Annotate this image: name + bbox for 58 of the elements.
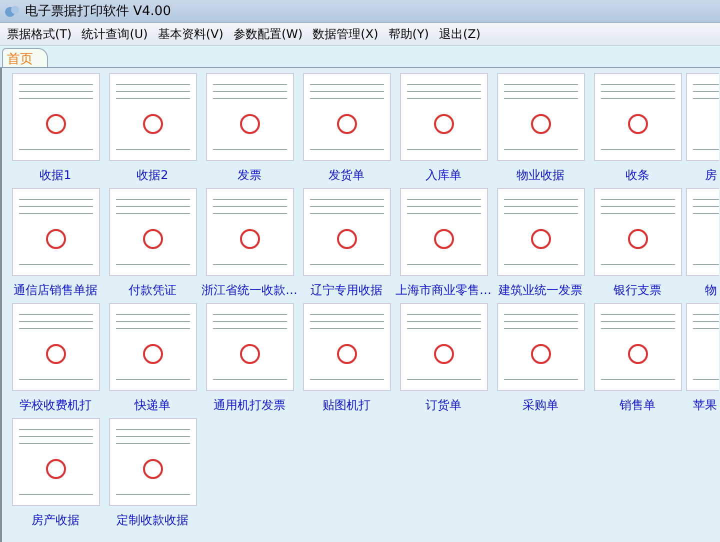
receipt-thumbnail[interactable]: [108, 73, 196, 161]
receipt-thumbnail[interactable]: [594, 303, 682, 391]
receipt-thumbnail[interactable]: [12, 418, 100, 506]
receipt-thumbnail[interactable]: [496, 73, 584, 161]
receipt-thumbnail[interactable]: [400, 73, 488, 161]
menu-item[interactable]: 统计查询(U): [76, 24, 153, 44]
template-label[interactable]: 苹果: [693, 397, 717, 414]
receipt-thumbnail[interactable]: [206, 303, 294, 391]
receipt-thumbnail[interactable]: [400, 188, 488, 276]
receipt-thumbnail[interactable]: [594, 188, 682, 276]
template-label[interactable]: 浙江省统一收款…: [202, 282, 298, 299]
template-label[interactable]: 收条: [626, 167, 650, 184]
template-label[interactable]: 物业收据: [516, 167, 564, 184]
template-label[interactable]: 收据2: [136, 167, 168, 184]
template-label[interactable]: 销售单: [620, 397, 656, 414]
receipt-thumbnail[interactable]: [594, 73, 682, 161]
template-label[interactable]: 入库单: [426, 167, 462, 184]
template-label[interactable]: 贴图机打: [322, 397, 370, 414]
template-label[interactable]: 采购单: [522, 397, 558, 414]
menu-item[interactable]: 基本资料(V): [152, 24, 228, 44]
receipt-thumbnail[interactable]: [496, 188, 584, 276]
receipt-thumbnail[interactable]: [12, 73, 100, 161]
receipt-thumbnail[interactable]: [496, 303, 584, 391]
receipt-thumbnail[interactable]: [108, 418, 196, 506]
template-label[interactable]: 订货单: [426, 397, 462, 414]
receipt-thumbnail[interactable]: [12, 188, 100, 276]
template-label[interactable]: 学校收费机打: [20, 397, 92, 414]
template-label[interactable]: 定制收款收据: [116, 512, 188, 529]
receipt-thumbnail[interactable]: [302, 188, 390, 276]
template-label[interactable]: 通信店销售单据: [14, 282, 98, 299]
template-label[interactable]: 发票: [238, 167, 262, 184]
menu-item[interactable]: 退出(Z): [434, 24, 486, 44]
template-label[interactable]: 银行支票: [614, 282, 662, 299]
receipt-thumbnail[interactable]: [108, 303, 196, 391]
template-label[interactable]: 快递单: [134, 397, 170, 414]
template-label[interactable]: 付款凭证: [128, 282, 176, 299]
template-label[interactable]: 建筑业统一发票: [498, 282, 582, 299]
menu-item[interactable]: 票据格式(T): [2, 24, 77, 44]
template-label[interactable]: 上海市商业零售…: [396, 282, 492, 299]
template-label[interactable]: 通用机打发票: [214, 397, 286, 414]
receipt-thumbnail[interactable]: [206, 188, 294, 276]
window-title: 电子票据打印软件 V4.00: [25, 3, 171, 20]
receipt-thumbnail[interactable]: [400, 303, 488, 391]
template-label[interactable]: 物: [705, 282, 717, 299]
receipt-thumbnail[interactable]: [302, 73, 390, 161]
menu-item[interactable]: 数据管理(X): [308, 24, 384, 44]
template-label[interactable]: 收据1: [40, 167, 72, 184]
app-icon: [4, 4, 20, 18]
template-label[interactable]: 房产收据: [32, 512, 80, 529]
template-label[interactable]: 发货单: [328, 167, 364, 184]
template-label[interactable]: 房: [705, 167, 717, 184]
receipt-thumbnail[interactable]: [206, 73, 294, 161]
receipt-thumbnail[interactable]: [12, 303, 100, 391]
receipt-thumbnail[interactable]: [302, 303, 390, 391]
template-label[interactable]: 辽宁专用收据: [310, 282, 382, 299]
menu-item[interactable]: 参数配置(W): [228, 24, 308, 44]
receipt-thumbnail[interactable]: [108, 188, 196, 276]
menu-item[interactable]: 帮助(Y): [383, 24, 434, 44]
